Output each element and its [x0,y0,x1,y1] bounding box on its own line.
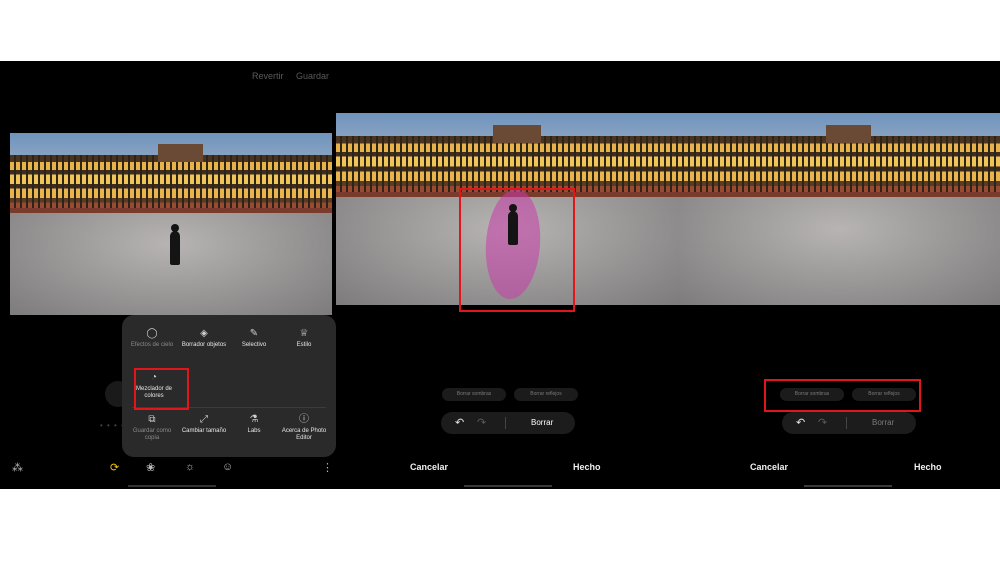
revert-button[interactable]: Revertir [252,71,284,81]
done-button[interactable]: Hecho [914,462,942,472]
menu-item-about[interactable]: ⓘ Acerca de Photo Editor [278,415,330,442]
transform-icon[interactable]: ⟳ [110,461,119,474]
menu-item-labs[interactable]: ⚗ Labs [228,415,280,435]
highlight-selection [459,188,575,312]
photo-preview [10,133,332,315]
editor-panel-erase-result: Borrar sombras Borrar reflejos ↶ ↷ Borra… [678,61,1000,489]
undo-icon[interactable]: ↶ [455,416,464,429]
style-icon: ♕ [299,328,309,339]
labs-icon: ⚗ [249,414,259,425]
menu-item-sky-effects[interactable]: ◯ Efectos de cielo [126,329,178,349]
eraser-icon: ◈ [200,328,208,339]
erase-reflections-button[interactable]: Borrar reflejos [514,388,578,401]
cancel-button[interactable]: Cancelar [750,462,788,472]
erase-controls: ↶ ↷ Borrar [782,412,916,434]
editor-panel-tools: Revertir Guardar • • • • ◯ Efectos de ci… [0,61,336,489]
erase-button[interactable]: Borrar [531,418,553,427]
erase-shadows-button[interactable]: Borrar sombras [442,388,506,401]
erase-button[interactable]: Borrar [872,418,894,427]
cancel-button[interactable]: Cancelar [410,462,448,472]
home-indicator [804,485,892,487]
editor-panel-erase-select: Borrar sombras Borrar reflejos ↶ ↷ Borra… [336,61,678,489]
redo-icon[interactable]: ↷ [818,416,827,429]
menu-item-style[interactable]: ♕ Estilo [278,329,330,349]
person-figure [170,224,180,265]
menu-item-resize[interactable]: ⤢ Cambiar tamaño [178,415,230,435]
sticker-icon[interactable]: ☺ [222,461,233,473]
tone-icon[interactable]: ☼ [185,461,195,473]
more-icon[interactable]: ⋮ [322,461,333,474]
filters-icon[interactable]: ❀ [146,461,155,474]
effects-icon: ◯ [146,328,158,339]
erase-controls: ↶ ↷ Borrar [441,412,575,434]
control-divider [505,417,506,429]
control-divider [846,417,847,429]
undo-icon[interactable]: ↶ [796,416,805,429]
done-button[interactable]: Hecho [573,462,601,472]
menu-item-save-copy[interactable]: ⧉ Guardar como copia [126,415,178,442]
resize-icon: ⤢ [200,414,208,425]
menu-item-object-eraser[interactable]: ◈ Borrador objetos [178,329,230,349]
highlight-color-mixer [134,368,189,410]
home-indicator [464,485,552,487]
selective-icon: ✎ [249,328,259,339]
auto-enhance-icon[interactable]: ⁂ [12,461,23,474]
save-copy-icon: ⧉ [148,414,156,425]
info-icon: ⓘ [299,414,309,425]
highlight-erase-options [764,379,921,412]
menu-item-selective[interactable]: ✎ Selectivo [228,329,280,349]
toolbar-indicator [128,485,216,487]
save-button[interactable]: Guardar [296,71,329,81]
redo-icon[interactable]: ↷ [477,416,486,429]
photo-preview [678,113,1000,305]
